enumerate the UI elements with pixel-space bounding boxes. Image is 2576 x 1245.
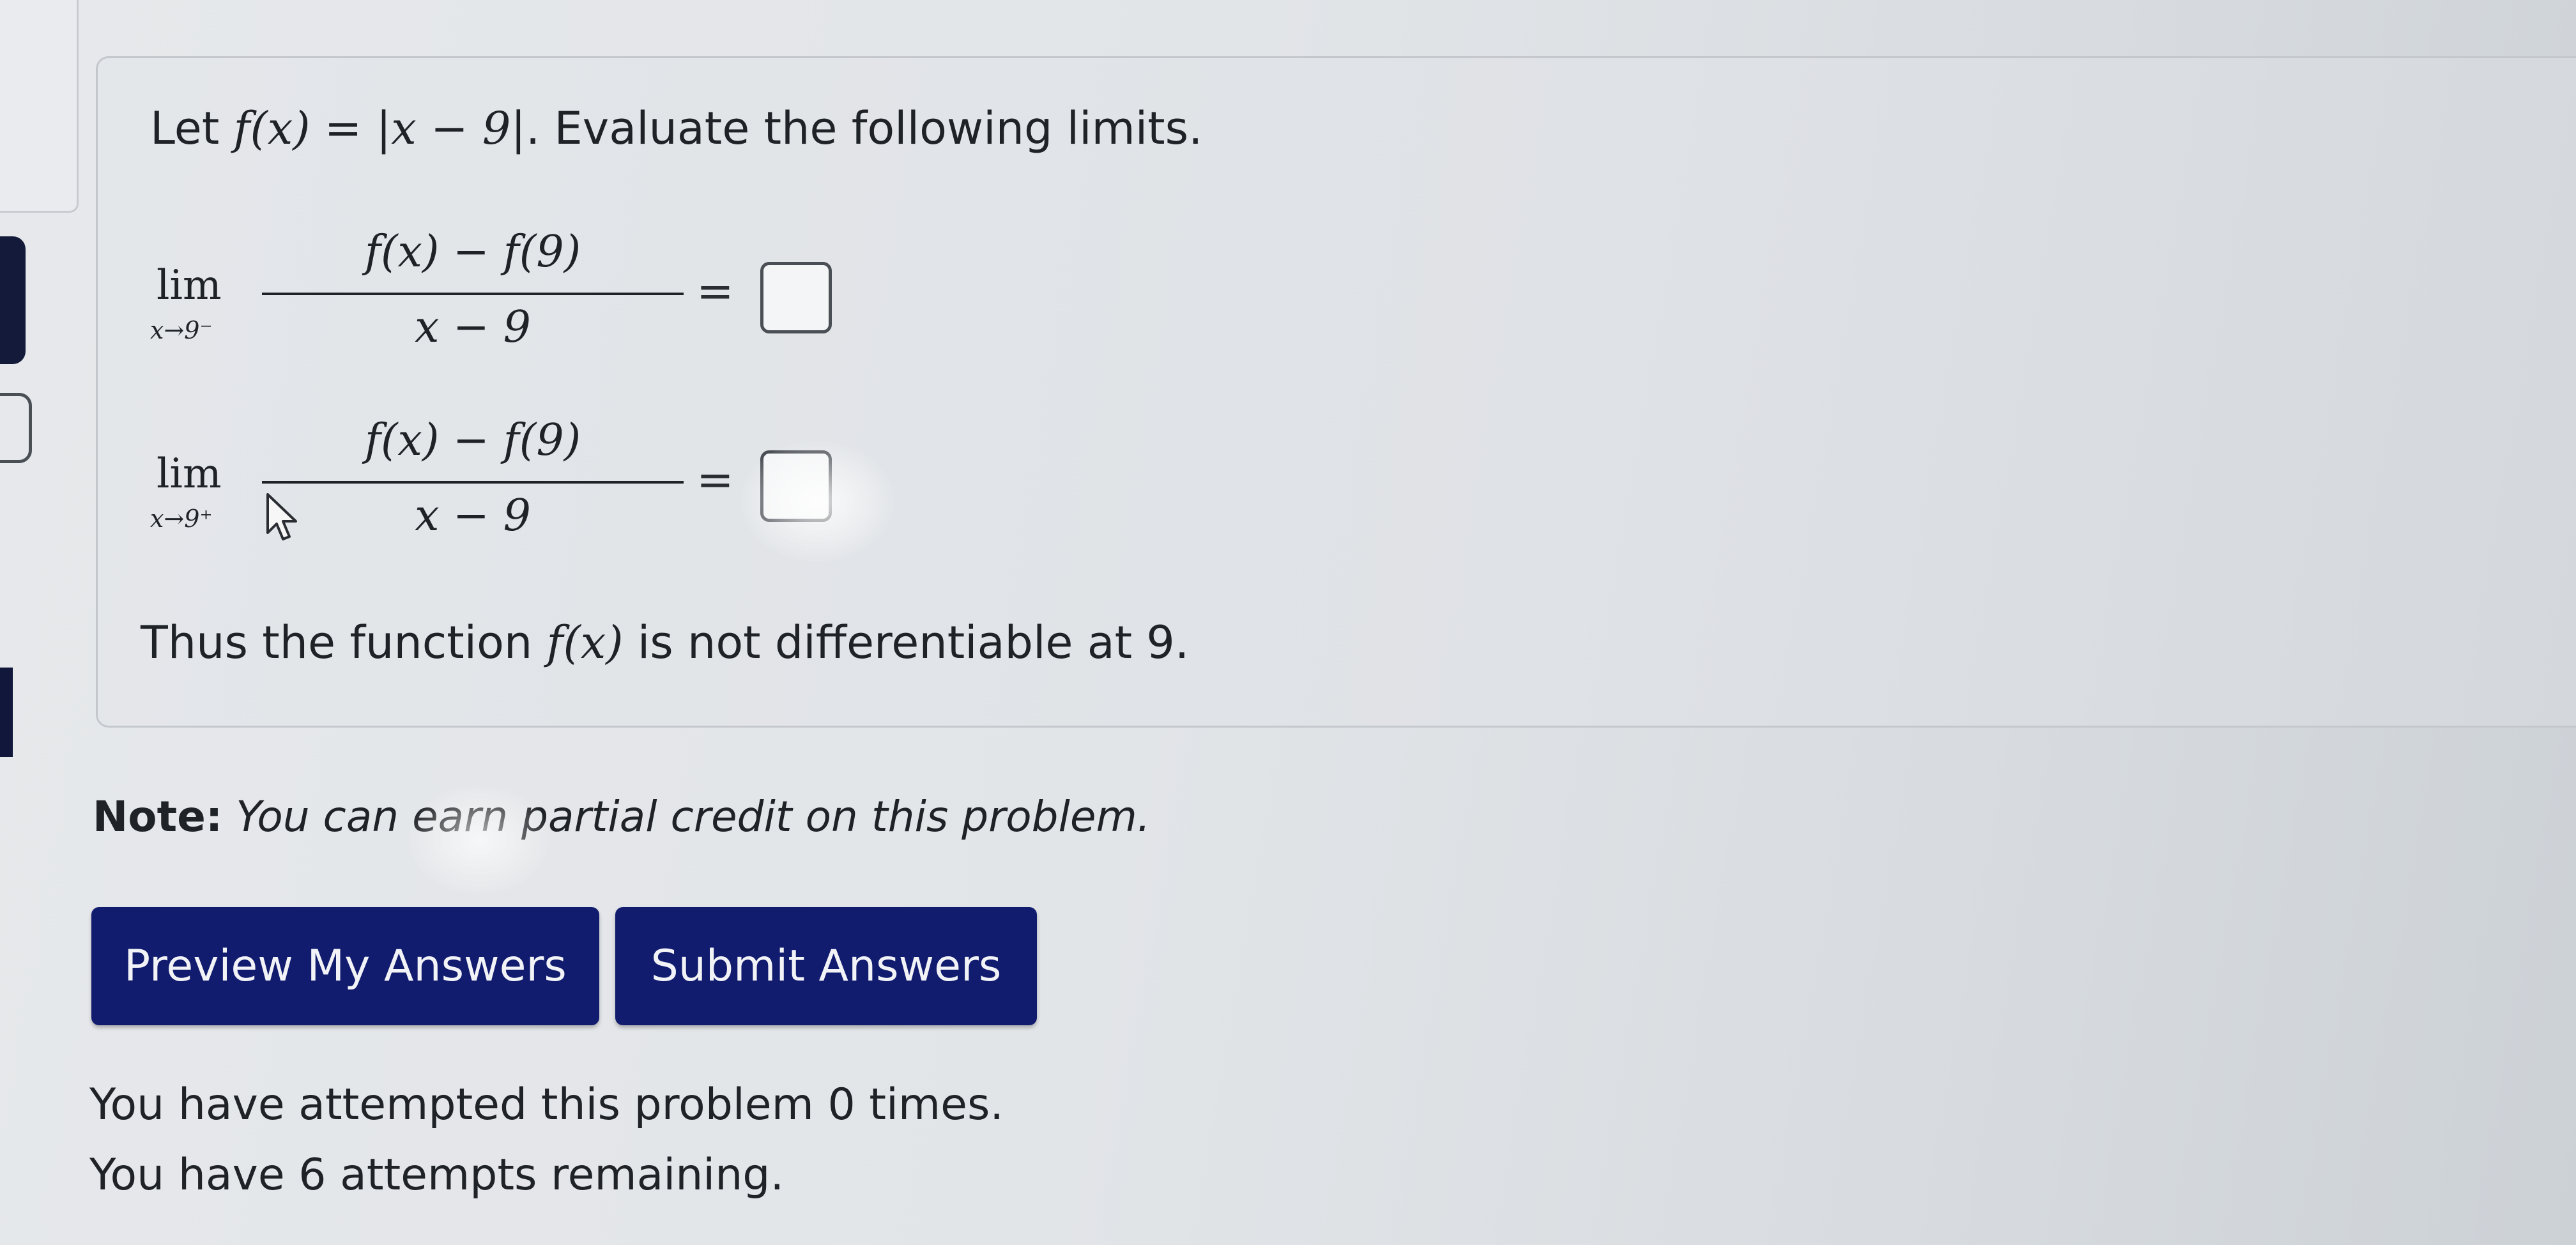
conclusion-suffix: is not differentiable at 9. [623, 616, 1190, 669]
fraction-bar [262, 293, 684, 295]
partial-credit-note: Note: You can earn partial credit on thi… [93, 792, 1151, 841]
difference-quotient: f(x) − f(9) x − 9 [262, 227, 684, 355]
conclusion-text: Thus the function f(x) is not differenti… [141, 616, 1189, 669]
statement-function: f(x) = |x − 9| [233, 102, 526, 155]
sidebar-indicator [0, 668, 13, 757]
lim-word: lim [157, 450, 222, 498]
fraction-denominator: x − 9 [415, 491, 531, 541]
fraction-numerator: f(x) − f(9) [364, 227, 581, 277]
sidebar-nav-pill-active[interactable] [0, 236, 26, 364]
preview-answers-button[interactable]: Preview My Answers [91, 907, 599, 1025]
fraction-denominator: x − 9 [415, 302, 531, 353]
limit-left: lim x→9⁻ f(x) − f(9) x − 9 = [150, 227, 832, 355]
attempts-count: You have attempted this problem 0 times. [89, 1080, 1004, 1130]
conclusion-prefix: Thus the function [141, 616, 547, 669]
lim-subscript: x→9⁺ [150, 505, 213, 533]
statement-suffix: . Evaluate the following limits. [526, 102, 1203, 155]
fraction-bar [262, 481, 684, 484]
screen: Let f(x) = |x − 9|. Evaluate the followi… [0, 0, 2576, 1245]
lim-word: lim [157, 262, 222, 309]
equals-sign: = [696, 454, 734, 506]
sidebar-nav-pill[interactable] [0, 393, 32, 463]
submit-answers-button[interactable]: Submit Answers [615, 907, 1037, 1025]
lim-subscript: x→9⁻ [150, 316, 213, 344]
conclusion-function: f(x) [546, 616, 624, 669]
problem-statement: Let f(x) = |x − 9|. Evaluate the followi… [150, 102, 1202, 155]
fraction-numerator: f(x) − f(9) [364, 415, 581, 466]
equals-sign: = [696, 265, 734, 317]
difference-quotient: f(x) − f(9) x − 9 [262, 415, 684, 543]
statement-prefix: Let [150, 102, 234, 155]
answer-input-left-limit[interactable] [760, 262, 832, 333]
note-text: You can earn partial credit on this prob… [236, 792, 1151, 841]
attempts-remaining: You have 6 attempts remaining. [89, 1150, 785, 1200]
sidebar-card [0, 0, 79, 213]
arrow-pointer-icon [266, 493, 297, 540]
answer-input-right-limit[interactable] [760, 450, 832, 522]
limit-right: lim x→9⁺ f(x) − f(9) x − 9 = [150, 415, 832, 543]
note-label: Note: [93, 792, 223, 841]
